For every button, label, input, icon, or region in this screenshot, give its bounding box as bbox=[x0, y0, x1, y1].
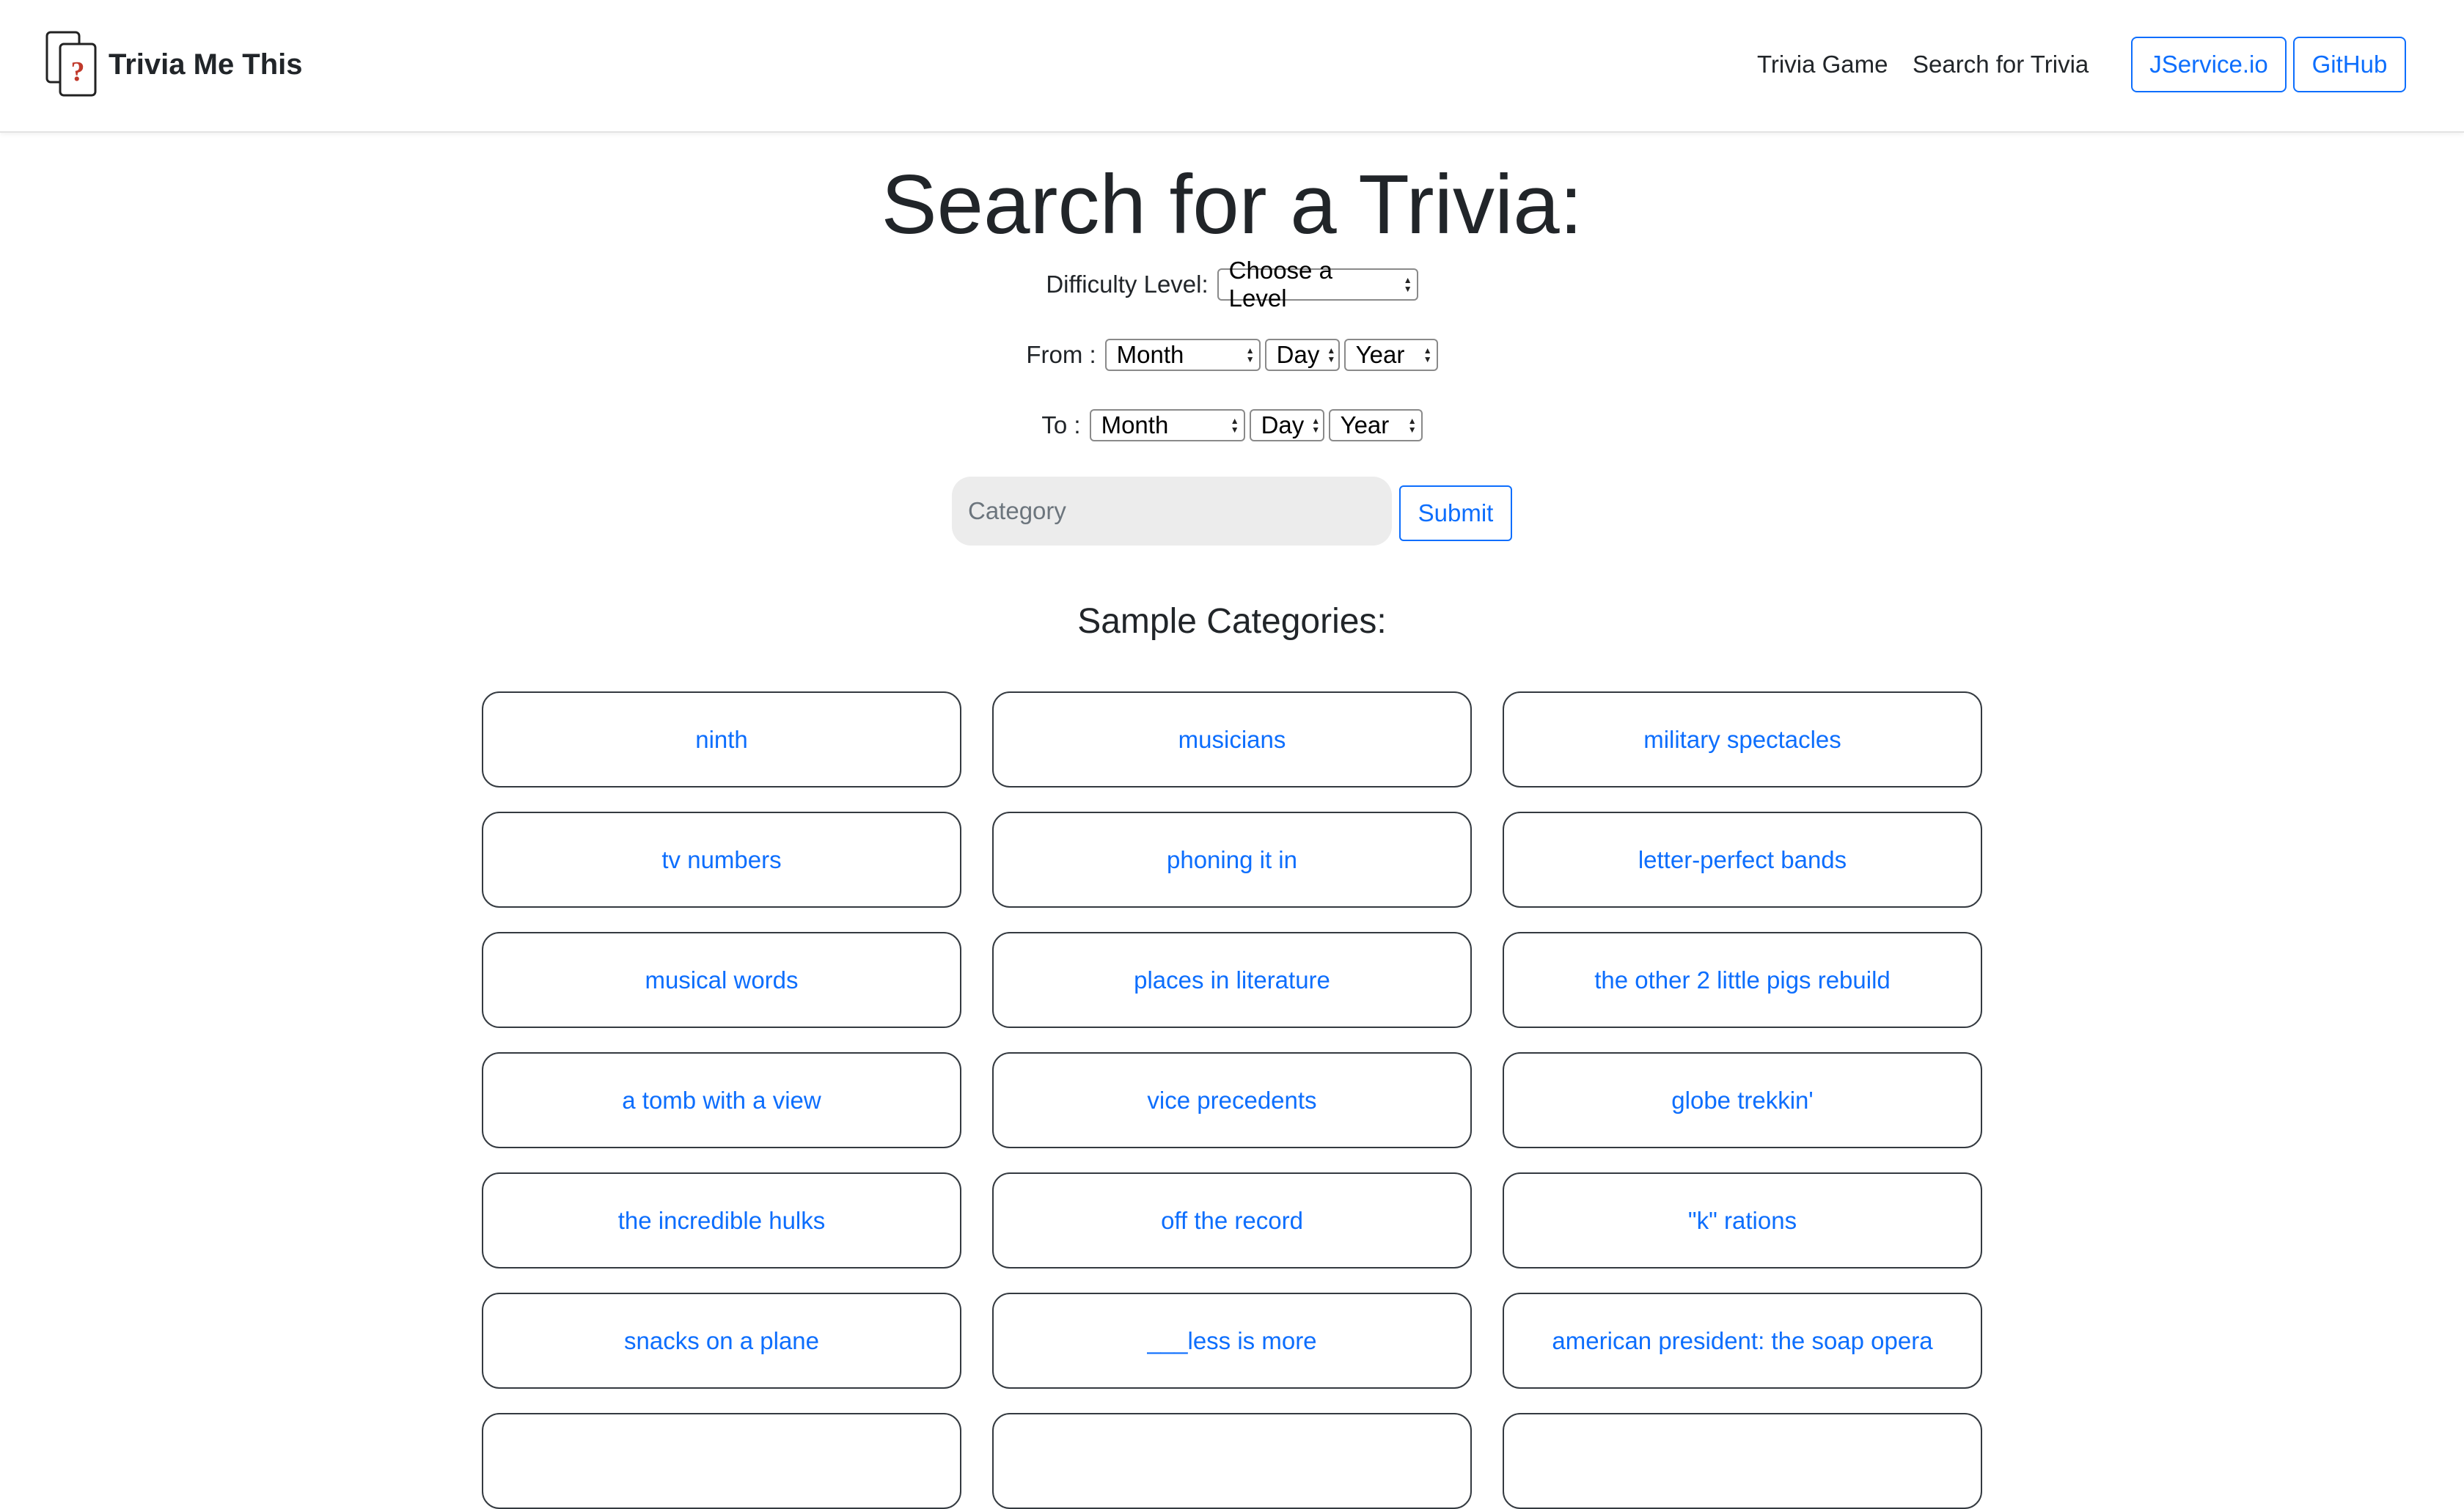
category-button[interactable]: american president: the soap opera bbox=[1503, 1293, 1982, 1389]
difficulty-select[interactable]: Choose a Level ▲ ▼ bbox=[1217, 257, 1418, 312]
select-arrows-icon: ▲ ▼ bbox=[1230, 416, 1239, 435]
to-month-select[interactable]: Month ▲ ▼ bbox=[1089, 409, 1245, 441]
category-button[interactable]: the incredible hulks bbox=[482, 1172, 961, 1268]
select-arrows-icon: ▲ ▼ bbox=[1311, 416, 1321, 435]
from-month-value: Month bbox=[1116, 341, 1184, 368]
category-button[interactable]: phoning it in bbox=[992, 812, 1472, 908]
select-arrows-icon: ▲ ▼ bbox=[1403, 275, 1412, 294]
select-arrows-icon: ▲ ▼ bbox=[1245, 345, 1255, 364]
to-date-row: To : Month ▲ ▼ Day ▲ ▼ Year ▲ ▼ bbox=[0, 409, 2464, 441]
page-title: Search for a Trivia: bbox=[881, 158, 1583, 252]
category-button[interactable]: off the record bbox=[992, 1172, 1472, 1268]
navbar: ? Trivia Me This Trivia Game Search for … bbox=[0, 0, 2464, 133]
category-button[interactable]: musical words bbox=[482, 932, 961, 1028]
category-button[interactable]: places in literature bbox=[992, 932, 1472, 1028]
trivia-cards-logo-icon: ? bbox=[45, 31, 97, 97]
from-year-value: Year bbox=[1355, 341, 1405, 368]
category-button[interactable]: tv numbers bbox=[482, 812, 961, 908]
category-button[interactable]: ninth bbox=[482, 691, 961, 787]
select-arrows-icon: ▲ ▼ bbox=[1423, 345, 1432, 364]
from-label: From : bbox=[1026, 341, 1096, 368]
category-button[interactable] bbox=[992, 1413, 1472, 1509]
category-button[interactable]: ___less is more bbox=[992, 1293, 1472, 1389]
category-button[interactable]: military spectacles bbox=[1503, 691, 1982, 787]
category-button[interactable]: the other 2 little pigs rebuild bbox=[1503, 932, 1982, 1028]
from-date-row: From : Month ▲ ▼ Day ▲ ▼ Year ▲ ▼ bbox=[0, 339, 2464, 371]
to-day-select[interactable]: Day ▲ ▼ bbox=[1249, 409, 1324, 441]
category-button[interactable]: musicians bbox=[992, 691, 1472, 787]
github-button[interactable]: GitHub bbox=[2293, 37, 2406, 92]
difficulty-label: Difficulty Level: bbox=[1046, 271, 1209, 298]
category-grid: ninth musicians military spectacles tv n… bbox=[482, 691, 1982, 1509]
from-day-value: Day bbox=[1276, 341, 1320, 368]
svg-text:?: ? bbox=[71, 56, 85, 87]
category-button[interactable] bbox=[1503, 1413, 1982, 1509]
to-year-value: Year bbox=[1340, 411, 1390, 438]
difficulty-select-value: Choose a Level bbox=[1228, 257, 1332, 312]
nav-search-trivia[interactable]: Search for Trivia bbox=[1913, 47, 2089, 82]
to-year-select[interactable]: Year ▲ ▼ bbox=[1328, 409, 1423, 441]
nav-trivia-game[interactable]: Trivia Game bbox=[1757, 47, 1888, 82]
brand-link[interactable]: ? Trivia Me This bbox=[45, 31, 303, 98]
from-year-select[interactable]: Year ▲ ▼ bbox=[1343, 339, 1438, 371]
to-day-value: Day bbox=[1261, 411, 1305, 438]
sample-categories-title: Sample Categories: bbox=[1077, 602, 1387, 641]
category-button[interactable] bbox=[482, 1413, 961, 1509]
to-month-value: Month bbox=[1101, 411, 1169, 438]
from-month-select[interactable]: Month ▲ ▼ bbox=[1104, 339, 1261, 371]
to-label: To : bbox=[1041, 411, 1081, 438]
category-search-form: Submit bbox=[0, 477, 2464, 546]
category-button[interactable]: letter-perfect bands bbox=[1503, 812, 1982, 908]
difficulty-row: Difficulty Level: Choose a Level ▲ ▼ bbox=[0, 257, 2464, 312]
category-button[interactable]: globe trekkin' bbox=[1503, 1052, 1982, 1148]
select-arrows-icon: ▲ ▼ bbox=[1407, 416, 1417, 435]
from-day-select[interactable]: Day ▲ ▼ bbox=[1264, 339, 1340, 371]
category-button[interactable]: a tomb with a view bbox=[482, 1052, 961, 1148]
jservice-button[interactable]: JService.io bbox=[2131, 37, 2287, 92]
select-arrows-icon: ▲ ▼ bbox=[1327, 345, 1336, 364]
category-button[interactable]: "k" rations bbox=[1503, 1172, 1982, 1268]
brand-name: Trivia Me This bbox=[109, 48, 303, 81]
category-button[interactable]: vice precedents bbox=[992, 1052, 1472, 1148]
category-input[interactable] bbox=[952, 477, 1392, 546]
submit-button[interactable]: Submit bbox=[1399, 485, 1512, 541]
category-button[interactable]: snacks on a plane bbox=[482, 1293, 961, 1389]
